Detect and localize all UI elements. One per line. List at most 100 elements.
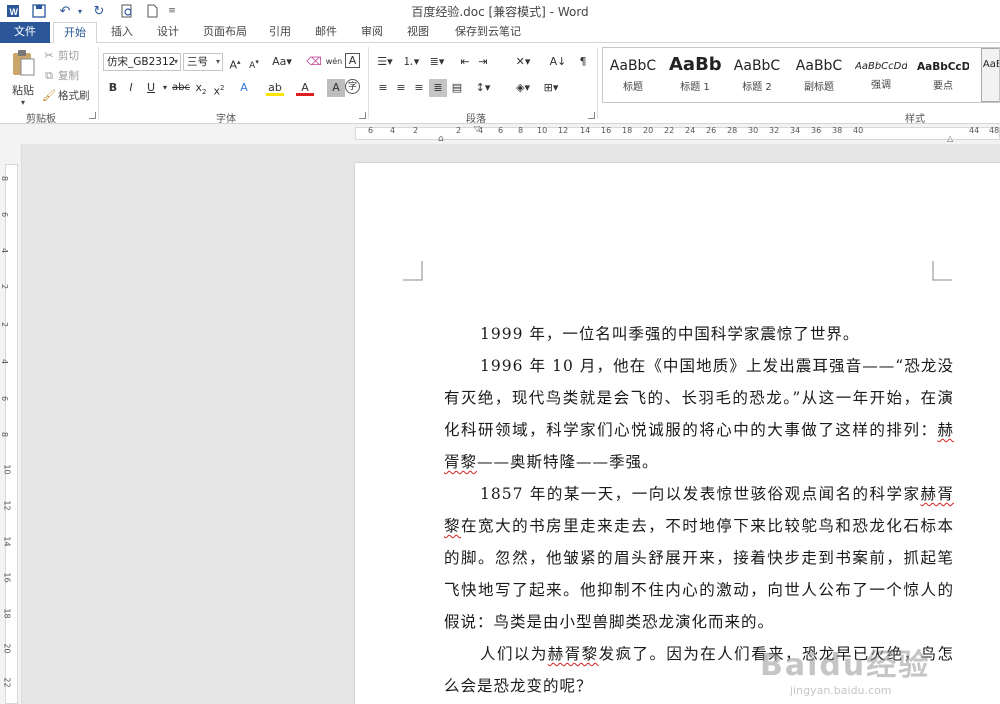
style-sample: AaBbC — [795, 58, 843, 74]
vertical-ruler[interactable]: 8 6 4 2 2 4 6 8 10 12 14 16 18 20 22 — [0, 144, 22, 704]
ruler-tick: 4 — [390, 126, 396, 135]
style-strong[interactable]: AaBbCcD 要点 — [917, 48, 969, 102]
right-indent-marker[interactable]: △ — [947, 134, 953, 143]
enclose-characters-icon[interactable]: 字 — [345, 79, 360, 94]
paintbrush-icon: 🖌 — [42, 88, 56, 102]
tab-file[interactable]: 文件 — [0, 22, 50, 43]
format-painter-button[interactable]: 🖌 格式刷 — [42, 88, 89, 103]
shading-icon[interactable]: ◈▾ — [512, 79, 534, 97]
paste-label: 粘贴 — [12, 84, 34, 97]
ruler-tick: 8 — [0, 431, 10, 438]
chevron-down-icon: ▾ — [215, 57, 220, 66]
align-center-icon[interactable]: ≡ — [392, 79, 410, 97]
document-workspace[interactable]: 1999 年，一位名叫季强的中国科学家震惊了世界。 1996 年 10 月，他在… — [22, 144, 1000, 704]
font-name-select[interactable]: 仿宋_GB2312 ▾ — [103, 53, 181, 71]
left-indent-marker[interactable]: ⌂ — [438, 134, 444, 144]
align-right-icon[interactable]: ≡ — [410, 79, 428, 97]
align-left-icon[interactable]: ≡ — [374, 79, 392, 97]
tab-review[interactable]: 审阅 — [352, 22, 392, 43]
line-spacing-icon[interactable]: ↕▾ — [472, 79, 494, 97]
style-subtitle[interactable]: AaBbC 副标题 — [793, 48, 845, 102]
tab-insert[interactable]: 插入 — [100, 22, 144, 43]
document-page[interactable]: 1999 年，一位名叫季强的中国科学家震惊了世界。 1996 年 10 月，他在… — [355, 163, 1000, 704]
paragraph-group-label: 段落 — [466, 114, 486, 125]
clear-formatting-icon[interactable]: ⌫ — [305, 53, 323, 71]
crop-mark-top-left — [403, 261, 423, 281]
highlight-icon[interactable]: ab — [266, 79, 284, 96]
superscript-icon[interactable]: x2 — [210, 79, 228, 98]
first-line-indent-marker[interactable]: ▽ — [474, 124, 480, 133]
style-emphasis[interactable]: AaBbCcDd 强调 — [855, 48, 907, 102]
character-border-icon[interactable]: A — [345, 53, 360, 68]
tab-references[interactable]: 引用 — [260, 22, 300, 43]
tab-design[interactable]: 设计 — [146, 22, 190, 43]
bullets-icon[interactable]: ☰▾ — [374, 53, 396, 71]
style-name: 要点 — [933, 81, 953, 92]
group-divider — [98, 47, 99, 119]
bold-icon[interactable]: B — [104, 79, 122, 97]
italic-icon[interactable]: I — [122, 79, 140, 97]
ruler-tick: 4 — [0, 247, 10, 254]
borders-icon[interactable]: ⊞▾ — [540, 79, 562, 97]
paragraph-launcher-icon[interactable] — [588, 112, 595, 119]
distributed-icon[interactable]: ▤ — [448, 79, 466, 97]
paste-button[interactable]: 粘贴 ▾ — [6, 49, 40, 107]
title-bar: W ↶ ▾ ↻ ≡ 百度经验.doc [兼容模式] - Word — [0, 0, 1000, 22]
ruler-tick: 36 — [811, 126, 822, 135]
font-name-value: 仿宋_GB2312 — [107, 56, 176, 68]
chinese-layout-icon[interactable]: ✕▾ — [512, 53, 534, 71]
horizontal-ruler[interactable]: 6 4 2 2 4 6 8 10 12 14 16 18 20 22 24 26… — [0, 124, 1000, 144]
decrease-indent-icon[interactable]: ⇤ — [456, 53, 474, 71]
font-color-icon[interactable]: A — [296, 79, 314, 96]
shrink-font-icon[interactable]: A▾ — [245, 53, 263, 71]
font-group-label: 字体 — [216, 114, 236, 125]
style-more[interactable]: AaBb — [981, 48, 999, 102]
styles-gallery: AaBbC 标题 AaBb 标题 1 AaBbC 标题 2 AaBbC 副标题 … — [602, 47, 1000, 103]
style-name: 标题 1 — [680, 82, 710, 93]
change-case-icon[interactable]: Aa▾ — [270, 53, 294, 71]
style-title[interactable]: AaBbC 标题 — [607, 48, 659, 102]
tab-page-layout[interactable]: 页面布局 — [196, 22, 254, 43]
style-sample: AaBbC — [733, 58, 781, 74]
increase-indent-icon[interactable]: ⇥ — [474, 53, 492, 71]
ruler-tick: 28 — [727, 126, 738, 135]
ruler-tick: 22 — [664, 126, 675, 135]
multilevel-list-icon[interactable]: ≣▾ — [426, 53, 448, 71]
font-size-value: 三号 — [187, 56, 208, 68]
text-effects-icon[interactable]: A — [235, 79, 253, 97]
watermark: Baidu经验 jingyan.baidu.com — [760, 640, 990, 700]
ruler-tick: 6 — [0, 211, 10, 218]
style-name: 标题 2 — [742, 82, 772, 93]
phonetic-guide-icon[interactable]: wén — [325, 53, 343, 71]
style-sample: AaBbCcDd — [855, 61, 907, 72]
tab-mailings[interactable]: 邮件 — [306, 22, 346, 43]
style-heading-2[interactable]: AaBbC 标题 2 — [731, 48, 783, 102]
character-shading-icon[interactable]: A — [327, 79, 345, 97]
ruler-tick: 32 — [769, 126, 780, 135]
cut-button[interactable]: ✂ 剪切 — [42, 48, 79, 63]
styles-group-label: 样式 — [905, 114, 925, 125]
tab-view[interactable]: 视图 — [398, 22, 438, 43]
style-sample: AaBbC — [609, 58, 657, 74]
ruler-tick: 8 — [518, 126, 524, 135]
tab-save-to-cloud-notes[interactable]: 保存到云笔记 — [448, 22, 528, 43]
ruler-tick: 14 — [2, 536, 12, 547]
font-size-select[interactable]: 三号 ▾ — [183, 53, 223, 71]
copy-button[interactable]: ⧉ 复制 — [42, 68, 79, 83]
tab-home[interactable]: 开始 — [53, 22, 97, 44]
numbering-icon[interactable]: ⒈▾ — [400, 53, 422, 71]
style-sample: AaBbCcD — [917, 61, 969, 73]
ruler-tick: 6 — [0, 395, 10, 402]
watermark-main: Baidu经验 — [760, 648, 931, 683]
chevron-down-icon: ▾ — [173, 57, 178, 66]
clipboard-launcher-icon[interactable] — [89, 112, 96, 119]
style-name: 强调 — [871, 80, 891, 91]
style-heading-1[interactable]: AaBb 标题 1 — [669, 48, 721, 102]
show-formatting-marks-icon[interactable]: ¶ — [574, 53, 592, 71]
justify-icon[interactable]: ≣ — [429, 79, 447, 97]
strikethrough-icon[interactable]: abc — [172, 79, 190, 97]
subscript-icon[interactable]: x2 — [192, 79, 210, 97]
grow-font-icon[interactable]: A▴ — [226, 53, 244, 72]
sort-icon[interactable]: A↓ — [549, 53, 567, 71]
font-launcher-icon[interactable] — [359, 112, 366, 119]
